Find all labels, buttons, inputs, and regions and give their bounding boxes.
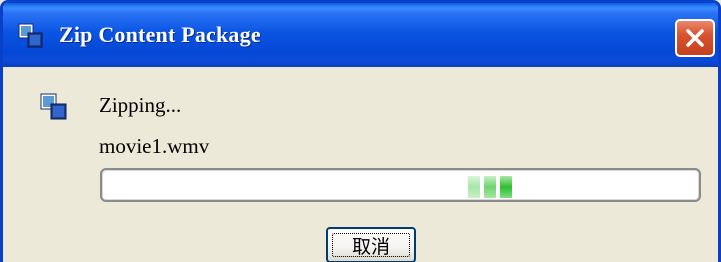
zip-dialog-window: Zip Content Package Zipping... movie1.wm… — [0, 0, 721, 262]
progress-chunk — [484, 176, 496, 198]
package-app-icon — [18, 23, 43, 48]
dialog-body: Zipping... movie1.wmv 取消 — [3, 67, 718, 262]
title-bar[interactable]: Zip Content Package — [3, 3, 718, 67]
close-button[interactable] — [675, 19, 715, 57]
cancel-button[interactable]: 取消 — [326, 227, 416, 262]
status-text: Zipping... — [99, 93, 182, 117]
current-file-name: movie1.wmv — [99, 134, 210, 158]
progress-bar — [100, 168, 701, 202]
progress-chunk — [468, 176, 480, 198]
progress-chunk — [500, 176, 512, 198]
window-title: Zip Content Package — [59, 22, 261, 47]
close-icon — [686, 29, 704, 47]
package-app-icon — [40, 93, 67, 120]
cancel-button-label: 取消 — [351, 235, 390, 258]
